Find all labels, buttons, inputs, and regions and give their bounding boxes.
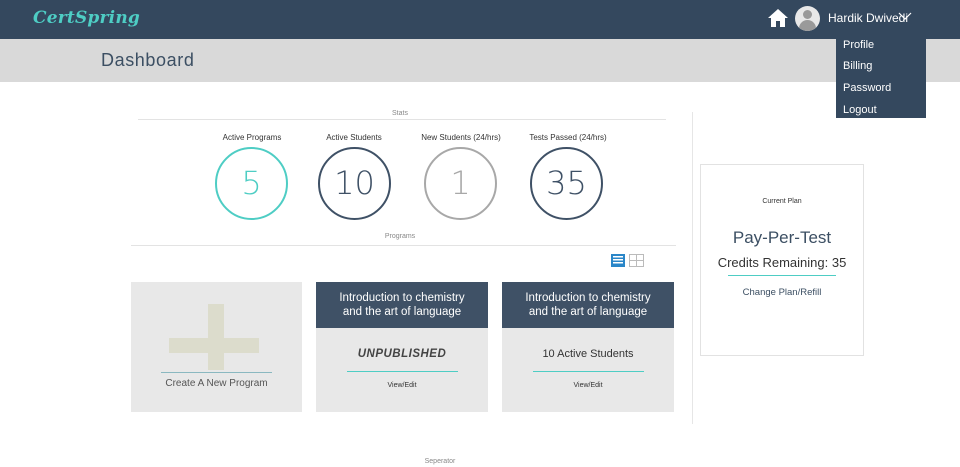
create-program-label: Create A New Program: [165, 378, 268, 389]
plan-label: Current Plan: [762, 198, 802, 205]
user-name[interactable]: Hardik Dwivedi: [828, 11, 908, 25]
stat-new-students: 1: [424, 147, 497, 220]
view-edit-link[interactable]: View/Edit: [502, 382, 674, 389]
page-title: Dashboard: [101, 50, 195, 70]
separator-label: Seperator: [424, 458, 456, 465]
grid-view-icon[interactable]: [629, 254, 644, 267]
stat-active-programs: 5: [215, 147, 288, 220]
program-card[interactable]: Introduction to chemistry and the art of…: [316, 282, 488, 412]
stat-label-new-students: New Students (24/hrs): [421, 133, 501, 142]
credits-remaining: Credits Remaining: 35: [717, 255, 847, 270]
vertical-divider: [692, 112, 693, 424]
program-status: UNPUBLISHED: [357, 348, 447, 360]
program-card[interactable]: Introduction to chemistry and the art of…: [502, 282, 674, 412]
menu-item-logout[interactable]: Logout: [843, 104, 877, 116]
plus-icon: [208, 304, 224, 370]
create-program-card[interactable]: Create A New Program: [131, 282, 302, 412]
stats-divider: [138, 119, 666, 120]
program-card-title: Introduction to chemistry and the art of…: [316, 282, 488, 328]
user-dropdown-menu: Profile Billing Password Logout: [836, 39, 926, 118]
top-navbar: CertSpring Hardik Dwivedi: [0, 0, 960, 39]
programs-section-title: Programs: [384, 233, 416, 240]
menu-item-billing[interactable]: Billing: [843, 60, 872, 72]
home-icon[interactable]: [767, 8, 789, 28]
plan-name: Pay-Per-Test: [732, 228, 832, 247]
list-view-icon[interactable]: [611, 254, 625, 267]
stat-active-students: 10: [318, 147, 391, 220]
stat-label-active-students: Active Students: [326, 133, 382, 142]
chevron-down-icon[interactable]: [898, 11, 912, 21]
change-plan-link[interactable]: Change Plan/Refill: [701, 287, 863, 298]
stat-tests-passed: 35: [530, 147, 603, 220]
menu-item-password[interactable]: Password: [843, 82, 891, 94]
programs-divider: [131, 245, 676, 246]
view-edit-link[interactable]: View/Edit: [316, 382, 488, 389]
avatar[interactable]: [795, 6, 820, 31]
stat-label-tests-passed: Tests Passed (24/hrs): [529, 133, 607, 142]
stats-section-title: Stats: [392, 110, 408, 117]
current-plan-panel: Current Plan Pay-Per-Test Credits Remain…: [700, 164, 864, 356]
brand-logo[interactable]: CertSpring: [33, 8, 140, 28]
program-card-title: Introduction to chemistry and the art of…: [502, 282, 674, 328]
program-status: 10 Active Students: [542, 348, 634, 360]
page-header: Dashboard: [0, 39, 960, 82]
menu-item-profile[interactable]: Profile: [843, 39, 874, 51]
